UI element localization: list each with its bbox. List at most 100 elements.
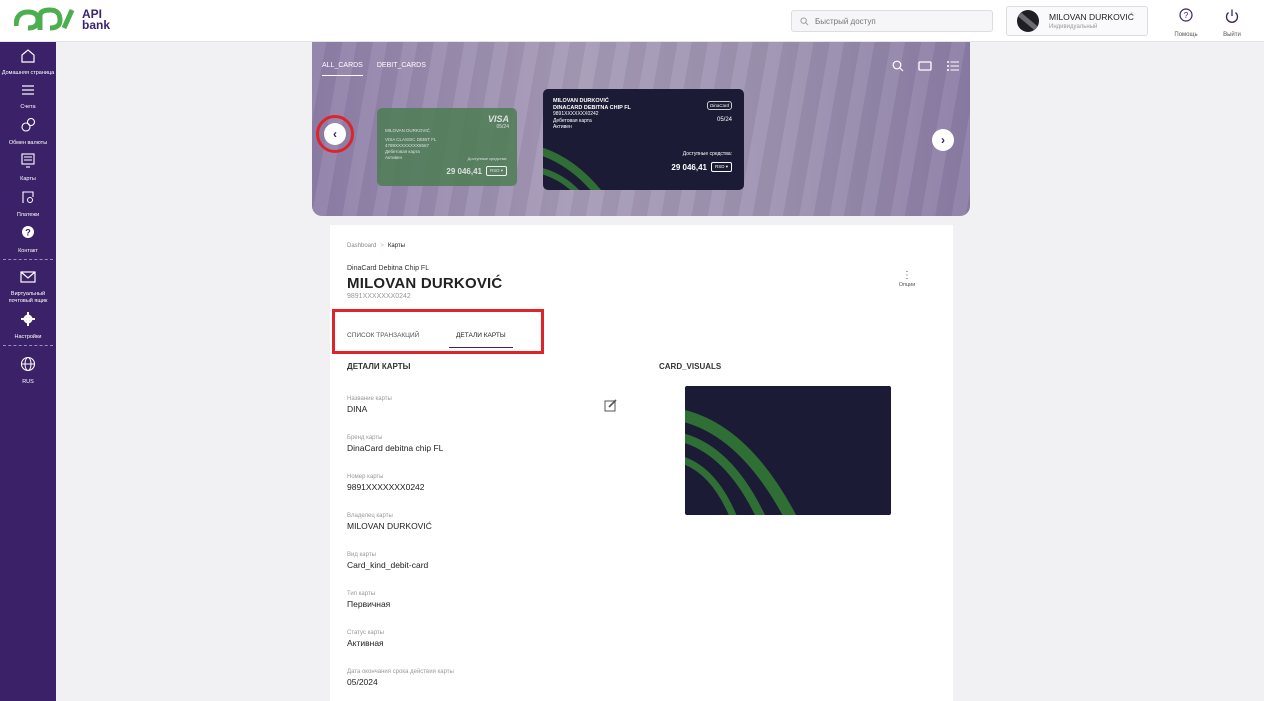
details-section-title: ДЕТАЛИ КАРТЫ (347, 362, 411, 371)
chevron-right-icon: › (941, 133, 945, 147)
sidebar-item-label: RUS (22, 379, 34, 385)
top-bar: API bank MILOVAN DURKOVIĆ Индивидуальный… (0, 0, 1264, 42)
user-role: Индивидуальный (1049, 24, 1098, 30)
sidebar-item-home[interactable]: Домашняя страница (0, 42, 56, 77)
carousel-prev-button[interactable]: ‹ (324, 123, 346, 145)
svg-text:?: ? (1184, 11, 1189, 20)
sidebar-item-cards[interactable]: Карты (0, 147, 56, 183)
search-input[interactable] (815, 16, 975, 26)
balance-amount: 29 046,41 (671, 162, 707, 172)
tab-all-cards[interactable]: ALL_CARDS (322, 62, 363, 76)
search-icon (800, 16, 809, 25)
card-expiry: 05/24 (496, 124, 509, 130)
field-value: 9891XXXXXXX0242 (347, 482, 425, 492)
field-label: Владелец карты (347, 513, 393, 519)
sidebar-item-label: Платежи (16, 212, 40, 218)
sidebar-item-contact[interactable]: ? Контакт (0, 219, 56, 255)
field-value: Первичная (347, 599, 391, 609)
logout-button[interactable]: Выйти (1214, 8, 1250, 38)
card-visual-image (685, 386, 891, 515)
help-button[interactable]: ? Помощь (1168, 8, 1204, 38)
tab-debit-cards[interactable]: DEBIT_CARDS (377, 62, 426, 76)
field-card-expiry: Дата окончания срока действия карты 05/2… (347, 669, 454, 687)
user-name: MILOVAN DURKOVIĆ (1049, 12, 1134, 22)
card-swoosh-pattern (685, 410, 797, 515)
field-label: Вид карты (347, 552, 376, 558)
field-value: DinaCard debitna chip FL (347, 443, 444, 453)
breadcrumb-separator: > (380, 243, 384, 249)
sidebar-item-label: Контакт (18, 248, 38, 254)
page-title: MILOVAN DURKOVIĆ (347, 275, 503, 292)
svg-text:?: ? (25, 228, 31, 238)
api-bank-logo[interactable]: API bank (14, 6, 110, 34)
quick-access-search[interactable] (791, 10, 993, 32)
active-tab-indicator (449, 347, 513, 348)
sidebar-item-mailbox[interactable]: Виртуальный почтовый ящик (0, 264, 56, 305)
sidebar-item-payments[interactable]: Платежи (0, 183, 56, 219)
field-label: Статус карты (347, 630, 384, 636)
card-balance: 29 046,41 RSD ▾ (671, 162, 732, 172)
field-card-status: Статус карты Активная (347, 630, 384, 648)
field-card-name: Название карты DINA (347, 396, 392, 414)
currency-select[interactable]: RSD ▾ (485, 166, 507, 176)
chevron-left-icon: ‹ (333, 127, 337, 141)
sidebar-item-label: Обмен валюты (8, 140, 48, 146)
details-tabs: СПИСОК ТРАНЗАКЦИЙ ДЕТАЛИ КАРТЫ (332, 309, 544, 354)
breadcrumb-dashboard[interactable]: Dashboard (347, 243, 376, 249)
help-label: Помощь (1174, 32, 1198, 38)
tab-card-details[interactable]: ДЕТАЛИ КАРТЫ (456, 332, 506, 339)
card-details-panel: Dashboard > Карты DinaCard Debitna Chip FL… (330, 225, 953, 701)
field-value: Card_kind_debit-card (347, 560, 429, 570)
card-dinacard[interactable]: MILOVAN DURKOVIĆ DINACARD DEBITNA CHIP F… (543, 89, 744, 190)
avatar (1017, 10, 1039, 32)
sidebar-item-label: Счета (20, 104, 36, 110)
breadcrumb: Dashboard > Карты (347, 243, 405, 249)
user-profile[interactable]: MILOVAN DURKOVIĆ Индивидуальный (1006, 6, 1148, 36)
options-label: Опции (898, 282, 916, 288)
sidebar-divider (3, 259, 53, 260)
field-value: MILOVAN DURKOVIĆ (347, 521, 432, 531)
visa-logo: VISA (487, 114, 509, 124)
sidebar-item-exchange[interactable]: Обмен валюты (0, 111, 56, 147)
currency-select[interactable]: RSD ▾ (710, 162, 732, 172)
sidebar-item-label: Карты (20, 176, 36, 182)
gear-icon (21, 312, 35, 326)
card-view-icon[interactable] (918, 60, 932, 72)
payments-icon (22, 191, 34, 203)
card-status: Активен (553, 124, 572, 130)
card-visa-classic[interactable]: MILOVAN DURKOVIĆ VISA CLASSIC DEBIT FL 4… (377, 108, 517, 186)
mail-icon (20, 271, 36, 283)
more-vertical-icon: ⋮ (902, 270, 912, 281)
card-holder: MILOVAN DURKOVIĆ (385, 128, 430, 133)
field-card-brand: Бренд карты DinaCard debitna chip FL (347, 435, 443, 453)
tab-transactions[interactable]: СПИСОК ТРАНЗАКЦИЙ (347, 332, 419, 339)
search-icon[interactable] (892, 60, 904, 72)
currency-value: RSD (489, 168, 500, 173)
cards-icon (21, 153, 35, 168)
contact-icon: ? (22, 226, 34, 238)
field-card-owner: Владелец карты MILOVAN DURKOVIĆ (347, 513, 432, 531)
logo-text-bank: bank (82, 18, 111, 32)
exchange-icon (21, 117, 36, 132)
available-label: Доступные средства: (467, 156, 507, 161)
field-value: DINA (347, 404, 368, 414)
card-number-subtitle: 9891XXXXXXX0242 (347, 293, 411, 300)
edit-icon[interactable] (604, 398, 618, 412)
sidebar-item-settings[interactable]: Настройки (0, 305, 56, 341)
sidebar-item-label: Настройки (14, 334, 42, 340)
logout-label: Выйти (1223, 32, 1241, 38)
help-icon: ? (1179, 8, 1193, 22)
sidebar-item-accounts[interactable]: Счета (0, 77, 56, 111)
list-view-icon[interactable] (946, 60, 960, 72)
balance-amount: 29 046,41 (446, 166, 482, 176)
carousel-next-button[interactable]: › (932, 129, 954, 151)
available-label: Доступные средства: (682, 151, 732, 157)
sidebar: Домашняя страница Счета Обмен валюты Кар… (0, 42, 56, 701)
sidebar-item-language[interactable]: RUS (0, 350, 56, 386)
breadcrumb-current: Карты (387, 243, 405, 249)
field-label: Тип карты (347, 591, 376, 597)
field-label: Название карты (347, 396, 392, 402)
options-button[interactable]: ⋮ Опции (892, 270, 922, 289)
field-label: Номер карты (347, 474, 384, 480)
power-icon (1225, 9, 1239, 23)
